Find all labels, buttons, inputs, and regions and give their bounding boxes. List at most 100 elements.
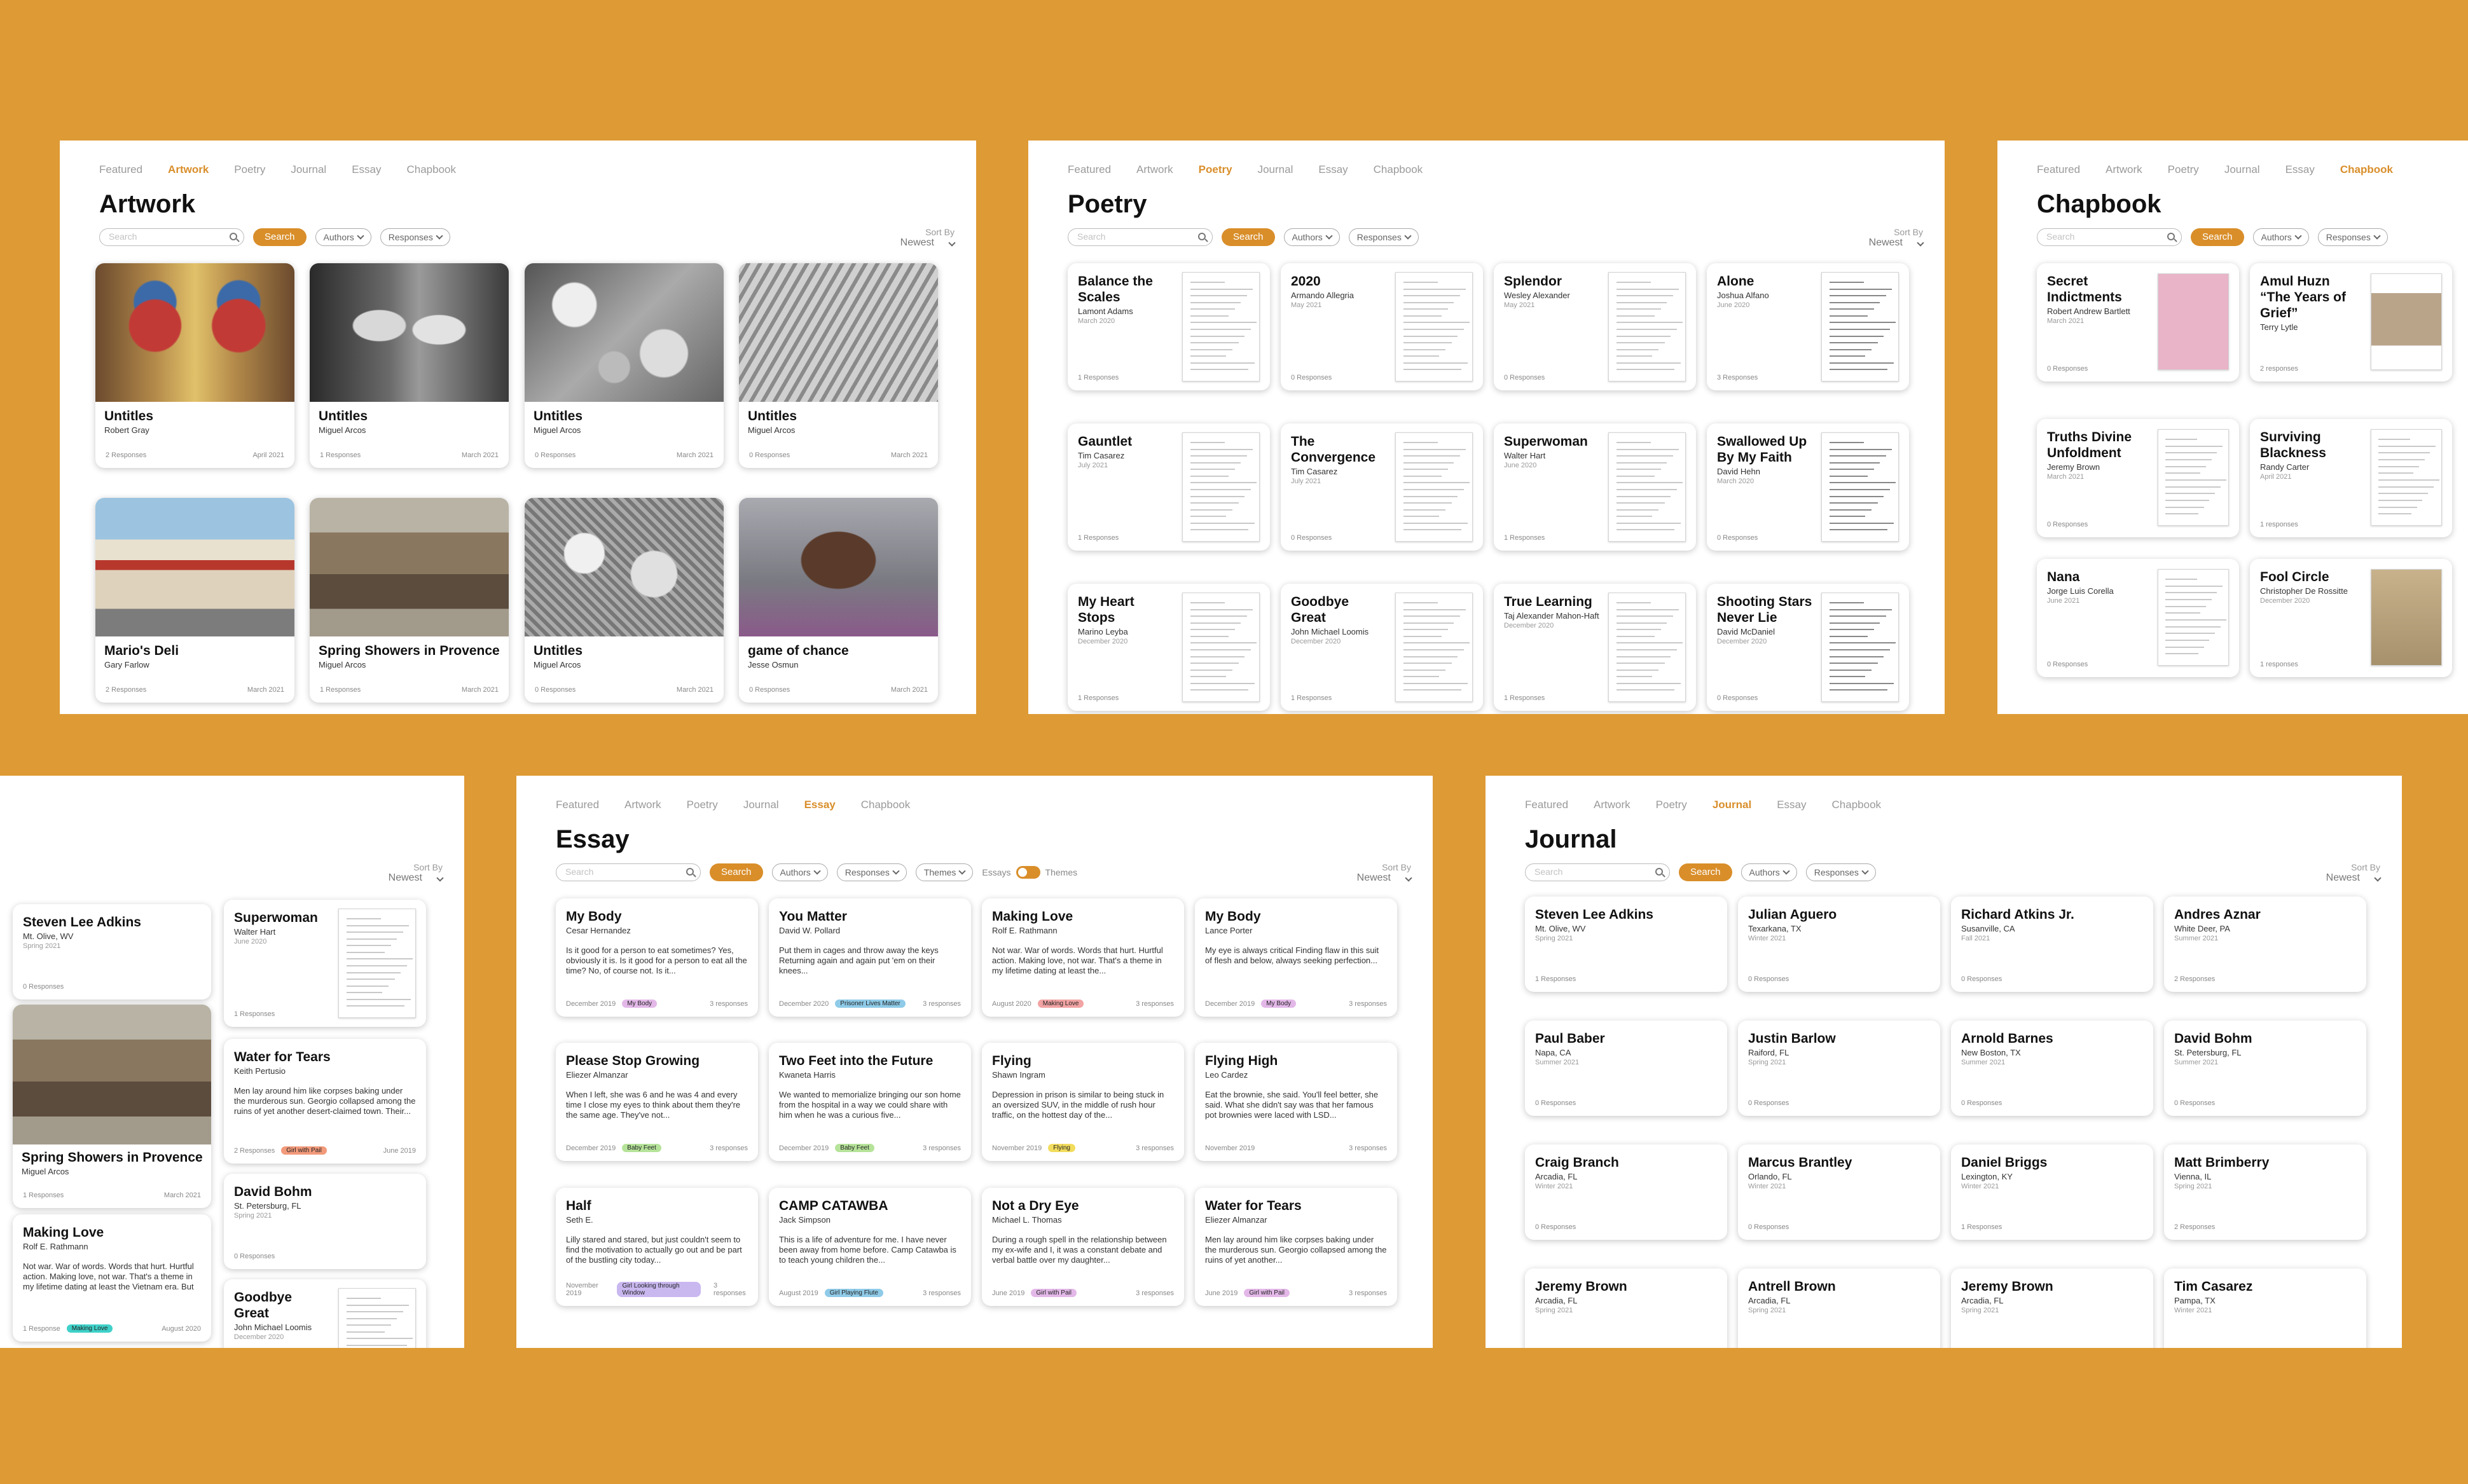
essay-card[interactable]: Flying High Leo Cardez Eat the brownie, sh… (1195, 1043, 1397, 1161)
nav-journal[interactable]: Journal (1258, 163, 1293, 176)
chapbook-card[interactable]: Truths Divine Unfoldment Jeremy Brown Marc… (2037, 419, 2239, 537)
nav-featured[interactable]: Featured (556, 799, 599, 811)
search-input[interactable]: Search (2037, 228, 2182, 246)
poem-card[interactable]: Goodbye Great John Michael Loomis December… (1281, 584, 1483, 711)
journal-card[interactable]: Craig Branch Arcadia, FL Winter 2021 0 Resp… (1525, 1144, 1727, 1240)
search-input[interactable]: Search (1525, 863, 1670, 881)
authors-dropdown[interactable]: Authors (1741, 863, 1797, 881)
essay-card[interactable]: Making Love Rolf E. Rathmann Not war. War … (982, 898, 1184, 1017)
authors-dropdown[interactable]: Authors (1283, 228, 1340, 246)
search-input[interactable]: Search (1068, 228, 1213, 246)
nav-journal[interactable]: Journal (743, 799, 779, 811)
journal-card[interactable]: Matt Brimberry Vienna, IL Spring 2021 2 Res… (2164, 1144, 2366, 1240)
nav-poetry[interactable]: Poetry (1656, 799, 1687, 811)
artwork-image[interactable] (739, 498, 938, 636)
sort-dropdown[interactable]: Sort By Newest (900, 227, 956, 249)
journal-card[interactable]: Justin Barlow Raiford, FL Spring 2021 0 Res… (1738, 1020, 1940, 1116)
journal-card[interactable]: Tim Casarez Pampa, TX Winter 2021 0 Respons… (2164, 1268, 2366, 1348)
essay-card[interactable]: Water for Tears Eliezer Almanzar Men lay a… (1195, 1188, 1397, 1306)
artwork-image[interactable] (95, 263, 294, 402)
authors-dropdown[interactable]: Authors (2252, 228, 2309, 246)
search-input[interactable]: Search (99, 228, 244, 246)
sort-dropdown[interactable]: Sort By Newest (1869, 227, 1924, 249)
search-input[interactable]: Search (556, 863, 701, 881)
search-button[interactable]: Search (1679, 863, 1732, 881)
chapbook-card[interactable]: Nana Jorge Luis Corella June 2021 0 Respons… (2037, 559, 2239, 677)
journal-card[interactable]: Antrell Brown Arcadia, FL Spring 2021 0 Res… (1738, 1268, 1940, 1348)
nav-poetry[interactable]: Poetry (1199, 163, 1232, 176)
essay-card[interactable]: Half Seth E. Lilly stared and stared, but … (556, 1188, 758, 1306)
authors-dropdown[interactable]: Authors (771, 863, 828, 881)
essay-card[interactable]: CAMP CATAWBA Jack Simpson This is a life o… (769, 1188, 971, 1306)
artwork-card[interactable]: Mario's Deli Gary Farlow 2 Responses March … (95, 498, 294, 703)
responses-dropdown[interactable]: Responses (380, 228, 450, 246)
chapbook-card[interactable]: Surviving Blackness Randy Carter April 202… (2250, 419, 2452, 537)
nav-journal[interactable]: Journal (2224, 163, 2260, 176)
journal-card[interactable]: Arnold Barnes New Boston, TX Summer 2021 0 … (1951, 1020, 2153, 1116)
poem-card[interactable]: Balance the Scales Lamont Adams March 2020… (1068, 263, 1270, 390)
poem-card[interactable]: Gauntlet Tim Casarez July 2021 1 Responses (1068, 423, 1270, 551)
nav-artwork[interactable]: Artwork (168, 163, 209, 176)
chapbook-card[interactable]: Fool Circle Christopher De Rossitte Decemb… (2250, 559, 2452, 677)
chapbook-card[interactable]: Secret Indictments Robert Andrew Bartlett… (2037, 263, 2239, 381)
essay-card[interactable]: You Matter David W. Pollard Put them in ca… (769, 898, 971, 1017)
authors-dropdown[interactable]: Authors (315, 228, 371, 246)
artwork-image[interactable] (13, 1005, 211, 1144)
nav-chapbook[interactable]: Chapbook (406, 163, 456, 176)
poem-card[interactable]: Superwoman Walter Hart June 2020 1 Response… (224, 900, 426, 1027)
journal-card[interactable]: Daniel Briggs Lexington, KY Winter 2021 1 R… (1951, 1144, 2153, 1240)
poem-card[interactable]: My Heart Stops Marino Leyba December 2020 1… (1068, 584, 1270, 711)
artwork-image[interactable] (525, 263, 724, 402)
poem-card[interactable]: Goodbye Great John Michael Loomis December… (224, 1279, 426, 1348)
artwork-card[interactable]: Untitles Miguel Arcos 0 Responses March 202… (525, 498, 724, 703)
nav-poetry[interactable]: Poetry (687, 799, 718, 811)
nav-poetry[interactable]: Poetry (234, 163, 265, 176)
journal-card[interactable]: Richard Atkins Jr. Susanville, CA Fall 202… (1951, 897, 2153, 992)
nav-chapbook[interactable]: Chapbook (1374, 163, 1423, 176)
nav-journal[interactable]: Journal (291, 163, 326, 176)
responses-dropdown[interactable]: Responses (1348, 228, 1419, 246)
themes-dropdown[interactable]: Themes (915, 863, 974, 881)
journal-card[interactable]: Andres Aznar White Deer, PA Summer 2021 2 R… (2164, 897, 2366, 992)
nav-chapbook[interactable]: Chapbook (861, 799, 911, 811)
essay-card[interactable]: Please Stop Growing Eliezer Almanzar When … (556, 1043, 758, 1161)
artwork-image[interactable] (310, 498, 509, 636)
poem-card[interactable]: 2020 Armando Allegria May 2021 0 Responses (1281, 263, 1483, 390)
essay-card[interactable]: Making Love Rolf E. Rathmann Not war. War … (13, 1214, 211, 1342)
chapbook-card[interactable]: Amul Huzn “The Years of Grief” Terry Lytl… (2250, 263, 2452, 381)
journal-card[interactable]: Paul Baber Napa, CA Summer 2021 0 Responses (1525, 1020, 1727, 1116)
search-button[interactable]: Search (253, 228, 307, 246)
nav-artwork[interactable]: Artwork (2106, 163, 2142, 176)
nav-featured[interactable]: Featured (1068, 163, 1111, 176)
journal-card[interactable]: David Bohm St. Petersburg, FL Summer 2021 0… (2164, 1020, 2366, 1116)
poem-card[interactable]: True Learning Taj Alexander Mahon-Haft Dec… (1494, 584, 1696, 711)
poem-card[interactable]: Shooting Stars Never Lie David McDaniel De… (1707, 584, 1909, 711)
essays-themes-toggle[interactable]: Essays Themes (982, 866, 1077, 879)
poem-card[interactable]: Swallowed Up By My Faith David Hehn March … (1707, 423, 1909, 551)
nav-essay[interactable]: Essay (352, 163, 381, 176)
search-button[interactable]: Search (1222, 228, 1275, 246)
nav-artwork[interactable]: Artwork (624, 799, 661, 811)
poem-card[interactable]: Superwoman Walter Hart June 2020 1 Response… (1494, 423, 1696, 551)
sort-dropdown[interactable]: Sort By Newest (2326, 862, 2382, 884)
toggle-switch[interactable] (1016, 866, 1040, 879)
artwork-card[interactable]: Untitles Miguel Arcos 0 Responses March 202… (739, 263, 938, 468)
artwork-image[interactable] (95, 498, 294, 636)
essay-card[interactable]: Water for Tears Keith Pertusio Men lay aro… (224, 1039, 426, 1164)
nav-artwork[interactable]: Artwork (1594, 799, 1630, 811)
nav-featured[interactable]: Featured (2037, 163, 2080, 176)
essay-card[interactable]: Two Feet into the Future Kwaneta Harris We… (769, 1043, 971, 1161)
artwork-card[interactable]: Untitles Miguel Arcos 0 Responses March 202… (525, 263, 724, 468)
essay-card[interactable]: Flying Shawn Ingram Depression in prison i… (982, 1043, 1184, 1161)
nav-journal[interactable]: Journal (1713, 799, 1751, 811)
artwork-image[interactable] (739, 263, 938, 402)
nav-chapbook[interactable]: Chapbook (1832, 799, 1882, 811)
nav-essay[interactable]: Essay (804, 799, 836, 811)
nav-poetry[interactable]: Poetry (2168, 163, 2199, 176)
responses-dropdown[interactable]: Responses (836, 863, 907, 881)
essay-card[interactable]: My Body Cesar Hernandez Is it good for a p… (556, 898, 758, 1017)
sort-dropdown[interactable]: Sort By Newest (389, 862, 444, 884)
journal-card[interactable]: Jeremy Brown Arcadia, FL Spring 2021 0 Resp… (1951, 1268, 2153, 1348)
nav-essay[interactable]: Essay (1318, 163, 1348, 176)
journal-card[interactable]: Steven Lee Adkins Mt. Olive, WV Spring 202… (13, 904, 211, 1000)
